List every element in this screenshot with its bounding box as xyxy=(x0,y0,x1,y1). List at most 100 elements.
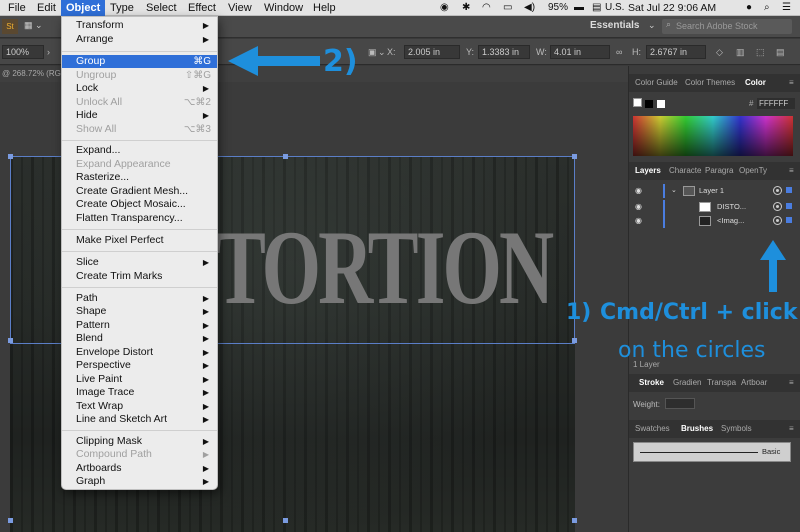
menu-item-expand-appearance[interactable]: Expand Appearance xyxy=(62,158,217,171)
menu-item-group[interactable]: Group ⌘G xyxy=(62,55,217,68)
link-icon[interactable]: ∞ xyxy=(616,47,622,57)
chevron-down-icon[interactable]: ⌄ xyxy=(378,47,386,58)
eye-icon[interactable]: ◉ xyxy=(635,214,642,228)
target-circle-icon[interactable] xyxy=(773,202,782,211)
menu-item-hide[interactable]: Hide ▶ xyxy=(62,109,217,122)
tab-color-guide[interactable]: Color Guide xyxy=(635,78,678,87)
transform-icon[interactable]: ⬚ xyxy=(756,47,765,58)
layer-row[interactable]: ◉ ⌄ Layer 1 xyxy=(629,184,800,198)
battery-icon[interactable]: ▬ xyxy=(574,1,584,15)
chevron-down-icon[interactable]: ⌄ xyxy=(648,20,656,31)
w-field[interactable]: 4.01 in xyxy=(550,45,610,59)
tab-paragraph[interactable]: Paragra xyxy=(705,166,733,175)
layer-name[interactable]: <Imag... xyxy=(717,214,744,228)
tab-character[interactable]: Characte xyxy=(669,166,701,175)
stroke-swatch[interactable] xyxy=(645,100,653,108)
menu-item-ungroup[interactable]: Ungroup ⇧⌘G xyxy=(62,69,217,82)
airplay-icon[interactable]: ▭ xyxy=(503,1,512,15)
tab-swatches[interactable]: Swatches xyxy=(635,424,670,433)
menu-item-create-object-mosaic[interactable]: Create Object Mosaic... xyxy=(62,198,217,211)
tab-brushes[interactable]: Brushes xyxy=(681,424,713,433)
menu-item-flatten-transparency[interactable]: Flatten Transparency... xyxy=(62,212,217,225)
bluetooth-icon[interactable]: ✱ xyxy=(462,1,470,15)
chevron-right-icon[interactable]: › xyxy=(47,47,50,57)
spotlight-icon[interactable]: ⌕ xyxy=(764,1,770,15)
menu-effect[interactable]: Effect xyxy=(188,1,216,15)
menu-object[interactable]: Object xyxy=(61,0,106,16)
menu-item-line-and-sketch-art[interactable]: Line and Sketch Art ▶ xyxy=(62,413,217,426)
tab-color-themes[interactable]: Color Themes xyxy=(685,78,735,87)
layer-row[interactable]: ◉ <Imag... xyxy=(629,214,800,228)
menu-item-show-all[interactable]: Show All ⌥⌘3 xyxy=(62,123,217,136)
panel-menu-icon[interactable]: ≡ xyxy=(789,378,794,387)
menu-file[interactable]: File xyxy=(8,1,26,15)
tab-gradient[interactable]: Gradien xyxy=(673,378,701,387)
menu-help[interactable]: Help xyxy=(313,1,336,15)
menu-item-artboards[interactable]: Artboards ▶ xyxy=(62,462,217,475)
tab-stroke[interactable]: Stroke xyxy=(639,378,664,387)
tab-artboards[interactable]: Artboar xyxy=(741,378,767,387)
layer-name[interactable]: Layer 1 xyxy=(699,184,724,198)
fill-swatch[interactable] xyxy=(633,98,642,107)
layer-name[interactable]: DISTO... xyxy=(717,200,746,214)
menu-item-create-trim-marks[interactable]: Create Trim Marks xyxy=(62,270,217,283)
clock[interactable]: Sat Jul 22 9:06 AM xyxy=(628,1,716,15)
align-icon[interactable]: ▥ xyxy=(736,47,745,58)
menu-item-pattern[interactable]: Pattern ▶ xyxy=(62,319,217,332)
user-avatar-icon[interactable]: ● xyxy=(746,1,752,15)
layer-row[interactable]: ◉ DISTO... xyxy=(629,200,800,214)
menu-item-shape[interactable]: Shape ▶ xyxy=(62,305,217,318)
h-field[interactable]: 2.6767 in xyxy=(646,45,706,59)
menu-item-image-trace[interactable]: Image Trace ▶ xyxy=(62,386,217,399)
workspace-switcher[interactable]: Essentials xyxy=(590,20,639,31)
menu-item-arrange[interactable]: Arrange ▶ xyxy=(62,33,217,46)
menu-item-text-wrap[interactable]: Text Wrap ▶ xyxy=(62,400,217,413)
layout-icon[interactable]: ▦ ⌄ xyxy=(24,20,43,31)
menu-select[interactable]: Select xyxy=(146,1,177,15)
menu-edit[interactable]: Edit xyxy=(37,1,56,15)
reference-point-icon[interactable]: ▣ xyxy=(368,47,377,58)
tab-color[interactable]: Color xyxy=(745,78,766,87)
selection-handle[interactable] xyxy=(283,518,288,523)
selection-handle[interactable] xyxy=(8,518,13,523)
tab-layers[interactable]: Layers xyxy=(635,166,661,175)
menu-item-graph[interactable]: Graph ▶ xyxy=(62,475,217,488)
target-circle-icon[interactable] xyxy=(773,186,782,195)
menu-item-envelope-distort[interactable]: Envelope Distort ▶ xyxy=(62,346,217,359)
menu-type[interactable]: Type xyxy=(110,1,134,15)
eye-icon[interactable]: ◉ xyxy=(635,200,642,214)
menu-view[interactable]: View xyxy=(228,1,252,15)
zoom-field[interactable]: 100% xyxy=(2,45,44,59)
x-field[interactable]: 2.005 in xyxy=(404,45,460,59)
menu-item-blend[interactable]: Blend ▶ xyxy=(62,332,217,345)
eye-icon[interactable]: ◉ xyxy=(635,184,642,198)
distribute-icon[interactable]: ▤ xyxy=(776,47,785,58)
tab-symbols[interactable]: Symbols xyxy=(721,424,752,433)
menu-item-slice[interactable]: Slice ▶ xyxy=(62,256,217,269)
creative-cloud-icon[interactable]: ◉ xyxy=(440,1,449,15)
input-locale[interactable]: U.S. xyxy=(605,1,624,15)
selection-indicator[interactable] xyxy=(786,203,792,209)
menu-item-create-gradient-mesh[interactable]: Create Gradient Mesh... xyxy=(62,185,217,198)
search-stock-input[interactable]: Search Adobe Stock xyxy=(662,19,792,34)
menu-item-transform[interactable]: Transform ▶ xyxy=(62,19,217,32)
menu-item-path[interactable]: Path ▶ xyxy=(62,292,217,305)
tab-transparency[interactable]: Transpa xyxy=(707,378,736,387)
weight-field[interactable] xyxy=(665,398,695,409)
menu-window[interactable]: Window xyxy=(264,1,303,15)
panel-menu-icon[interactable]: ≡ xyxy=(789,424,794,433)
selection-handle[interactable] xyxy=(8,338,13,343)
selection-indicator[interactable] xyxy=(786,217,792,223)
panel-menu-icon[interactable]: ≡ xyxy=(789,78,794,87)
shape-icon[interactable]: ◇ xyxy=(716,47,723,58)
selection-indicator[interactable] xyxy=(786,187,792,193)
tab-opentype[interactable]: OpenTy xyxy=(739,166,767,175)
selection-handle[interactable] xyxy=(572,518,577,523)
selection-handle[interactable] xyxy=(572,338,577,343)
wifi-icon[interactable]: ◠ xyxy=(482,1,491,15)
menu-item-unlock-all[interactable]: Unlock All ⌥⌘2 xyxy=(62,96,217,109)
stock-icon[interactable]: St xyxy=(2,19,18,34)
target-circle-icon[interactable] xyxy=(773,216,782,225)
menu-item-live-paint[interactable]: Live Paint ▶ xyxy=(62,373,217,386)
menu-item-make-pixel-perfect[interactable]: Make Pixel Perfect xyxy=(62,234,217,247)
